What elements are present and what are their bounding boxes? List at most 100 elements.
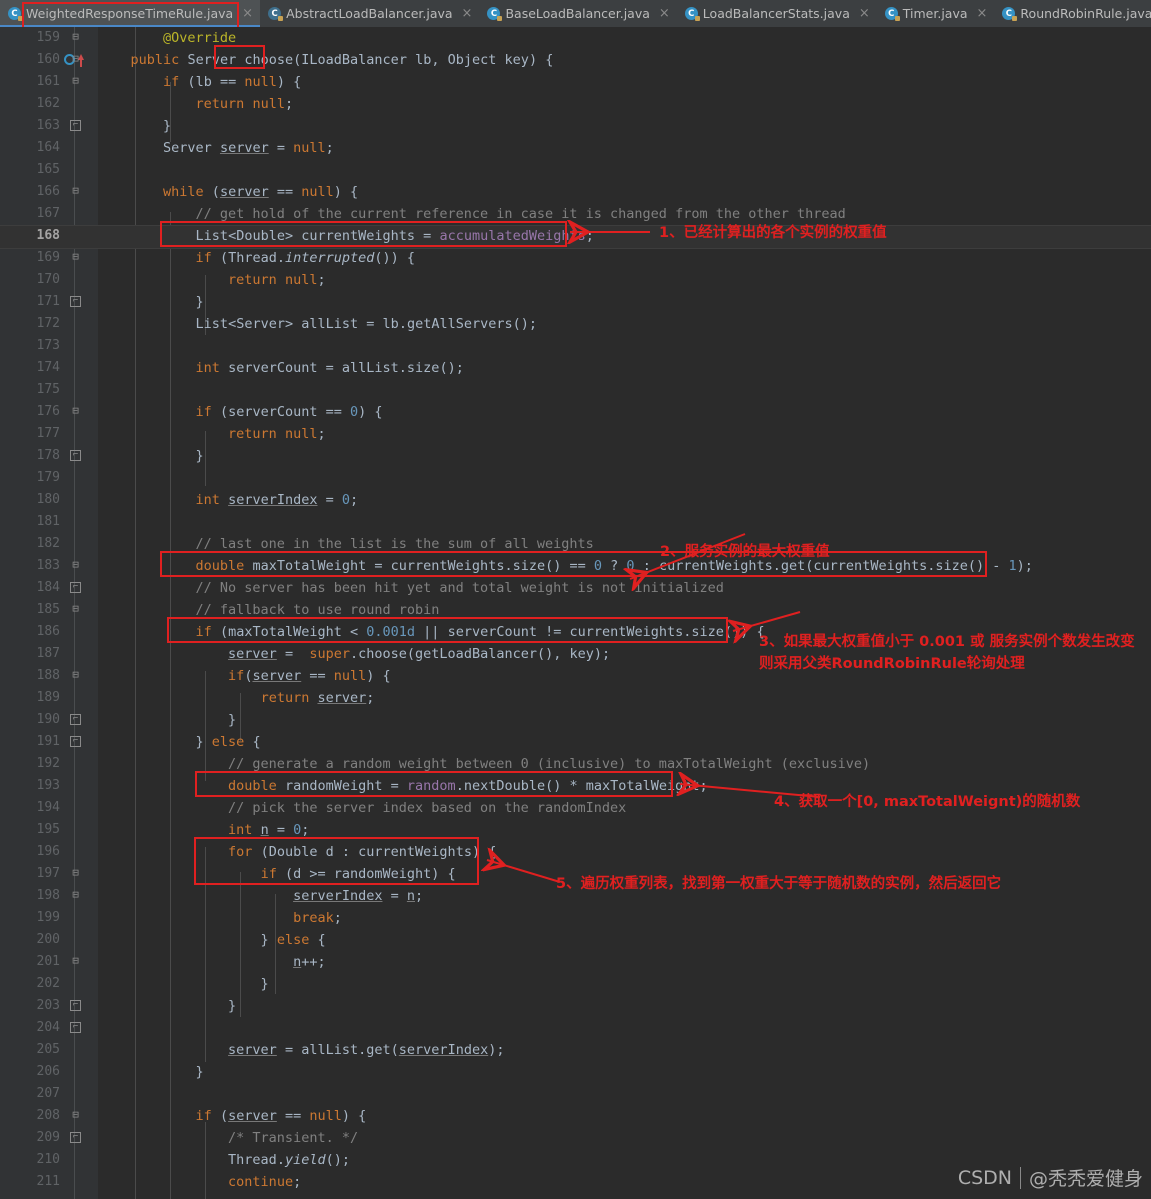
code-line[interactable]: 177 return null; [0,423,1151,445]
fold-marker-178[interactable] [70,450,81,461]
code-line[interactable]: 190 } [0,709,1151,731]
line-code: if (serverCount == 0) { [195,404,383,420]
tab-timer[interactable]: C Timer.java × [876,0,995,27]
fold-marker-206[interactable] [70,1132,81,1143]
code-line[interactable]: 169 if (Thread.interrupted()) { [0,247,1151,269]
close-icon[interactable]: × [242,7,253,20]
code-line[interactable]: 178 } [0,445,1151,467]
code-line[interactable]: 162 return null; [0,93,1151,115]
fold-marker-191[interactable] [70,736,81,747]
code-line[interactable]: 182 // last one in the list is the sum o… [0,533,1151,555]
fold-marker-203[interactable] [70,1022,81,1033]
code-line[interactable]: 176 if (serverCount == 0) { [0,401,1151,423]
java-class-icon: C [8,7,23,21]
code-line[interactable]: 168 List<Double> currentWeights = accumu… [0,225,1151,249]
line-number: 164 [36,140,60,155]
code-line[interactable]: 199 break; [0,907,1151,929]
fold-marker-160[interactable] [70,54,81,65]
tab-roundrobinrule[interactable]: C RoundRobinRule.java × [994,0,1151,27]
code-line[interactable]: 200 } else { [0,929,1151,951]
fold-marker-188[interactable] [70,670,81,681]
code-line[interactable]: 167 // get hold of the current reference… [0,203,1151,225]
code-line[interactable]: 160 public Server choose(ILoadBalancer l… [0,49,1151,71]
code-line[interactable]: 166 while (server == null) { [0,181,1151,203]
fold-marker-208[interactable] [70,1110,81,1121]
code-line[interactable]: 185 // fallback to use round robin [0,599,1151,621]
line-number: 165 [36,162,60,177]
code-line[interactable]: 192 // generate a random weight between … [0,753,1151,775]
line-code: int serverCount = allList.size(); [195,360,464,376]
editor-tab-bar[interactable]: C WeightedResponseTimeRule.java × C Abst… [0,0,1151,28]
code-line[interactable]: 171 } [0,291,1151,313]
code-line[interactable]: 174 int serverCount = allList.size(); [0,357,1151,379]
fold-marker-163[interactable] [70,120,81,131]
tab-abstractloadbalancer[interactable]: C AbstractLoadBalancer.java × [260,0,480,27]
code-line[interactable]: 161 if (lb == null) { [0,71,1151,93]
tab-weightedresponsetimerule[interactable]: C WeightedResponseTimeRule.java × [0,0,261,27]
code-line[interactable]: 203 } [0,995,1151,1017]
fold-marker-196[interactable] [70,868,81,879]
fold-marker-186[interactable] [70,604,81,615]
line-number: 197 [36,866,60,881]
line-number: 171 [36,294,60,309]
watermark-brand: CSDN [957,1166,1012,1189]
fold-marker-202[interactable] [70,1000,81,1011]
code-line[interactable]: 173 [0,335,1151,357]
code-line[interactable]: 181 [0,511,1151,533]
line-number: 203 [36,998,60,1013]
code-line[interactable]: 207 [0,1083,1151,1105]
code-line[interactable]: 202 } [0,973,1151,995]
close-icon[interactable]: × [859,7,870,20]
tab-loadbalancerstats[interactable]: C LoadBalancerStats.java × [676,0,877,27]
code-line[interactable]: 206 } [0,1061,1151,1083]
fold-marker-171[interactable] [70,296,81,307]
fold-marker-200[interactable] [70,956,81,967]
fold-marker-159[interactable] [70,32,81,43]
code-lines[interactable]: 159 @Override 160 public Server choose(IL… [0,27,1151,1193]
code-line[interactable]: 170 return null; [0,269,1151,291]
fold-marker-161[interactable] [70,76,81,87]
code-line[interactable]: 164 Server server = null; [0,137,1151,159]
fold-marker-190[interactable] [70,714,81,725]
fold-marker-184[interactable] [70,560,81,571]
line-code: while (server == null) { [163,184,359,200]
close-icon[interactable]: × [977,7,988,20]
java-class-icon: C [487,7,503,21]
line-code: n++; [293,954,326,970]
code-line[interactable]: 159 @Override [0,27,1151,49]
java-class-icon: C [684,7,700,21]
code-line[interactable]: 204 [0,1017,1151,1039]
close-icon[interactable]: × [462,7,473,20]
code-line[interactable]: 205 server = allList.get(serverIndex); [0,1039,1151,1061]
fold-marker-185[interactable] [70,582,81,593]
code-line[interactable]: 175 [0,379,1151,401]
fold-marker-197[interactable] [70,890,81,901]
code-editor[interactable]: 159 @Override 160 public Server choose(IL… [0,27,1151,1199]
tab-baseloadbalancer[interactable]: C BaseLoadBalancer.java × [479,0,677,27]
code-line[interactable]: 172 List<Server> allList = lb.getAllServ… [0,313,1151,335]
code-line[interactable]: 184 // No server has been hit yet and to… [0,577,1151,599]
code-line[interactable]: 209 /* Transient. */ [0,1127,1151,1149]
code-line[interactable]: 165 [0,159,1151,181]
code-line[interactable]: 208 if (server == null) { [0,1105,1151,1127]
line-number: 177 [36,426,60,441]
line-number: 210 [36,1152,60,1167]
code-line[interactable]: 163 } [0,115,1151,137]
code-line[interactable]: 201 n++; [0,951,1151,973]
code-line[interactable]: 180 int serverIndex = 0; [0,489,1151,511]
annotation-3-text: 3、如果最大权重值小于 0.001 或 服务实例个数发生改变 [759,634,1135,650]
code-line[interactable]: 196 for (Double d : currentWeights) { [0,841,1151,863]
line-number: 208 [36,1108,60,1123]
fold-marker-169[interactable] [70,252,81,263]
fold-marker-176[interactable] [70,406,81,417]
code-line[interactable]: 195 int n = 0; [0,819,1151,841]
code-line[interactable]: 183 double maxTotalWeight = currentWeigh… [0,555,1151,577]
code-line[interactable]: 189 return server; [0,687,1151,709]
code-line[interactable]: 179 [0,467,1151,489]
code-line[interactable]: 191 } else { [0,731,1151,753]
close-icon[interactable]: × [659,7,670,20]
line-number: 160 [36,52,60,67]
fold-marker-166[interactable] [70,186,81,197]
line-number: 183 [36,558,60,573]
line-code: // No server has been hit yet and total … [98,580,724,596]
